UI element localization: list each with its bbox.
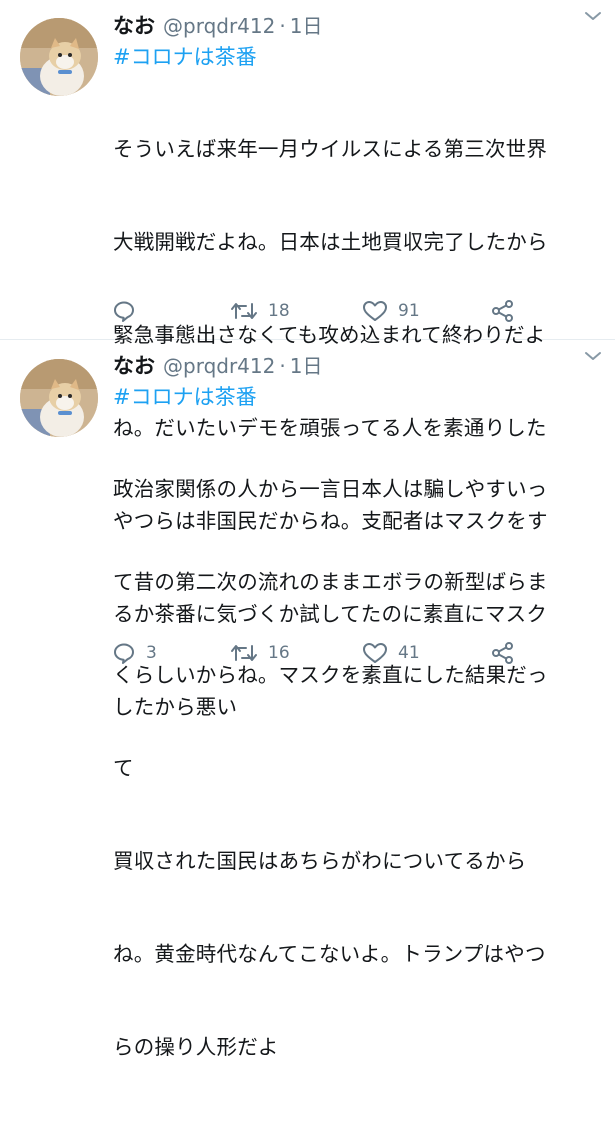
like-count: 91 — [398, 301, 420, 321]
tweet-content: なお @prqdr412 · 1日 #コロナは茶番 政治家関係の人から一言日本人… — [113, 350, 603, 1125]
retweet-button[interactable]: 18 — [230, 299, 290, 323]
cat-avatar-image — [20, 359, 98, 437]
avatar[interactable] — [20, 359, 98, 437]
tweet-text-line: て — [113, 756, 134, 780]
tweet-text-line: 政治家関係の人から一言日本人は騙しやすいっ — [113, 477, 548, 501]
tweet[interactable]: なお @prqdr412 · 1日 #コロナは茶番 政治家関係の人から一言日本人… — [0, 340, 615, 1059]
user-handle[interactable]: @prqdr412 — [163, 14, 275, 38]
share-button[interactable] — [490, 299, 516, 323]
user-handle[interactable]: @prqdr412 — [163, 354, 275, 378]
tweet-text-line: 買収された国民はあちらがわについてるから — [113, 849, 527, 873]
like-button[interactable]: 41 — [362, 641, 420, 665]
reply-button[interactable]: 3 — [112, 641, 157, 665]
heart-icon — [363, 301, 387, 321]
timestamp[interactable]: 1日 — [290, 350, 323, 379]
display-name[interactable]: なお — [113, 10, 155, 40]
cat-avatar-image — [20, 18, 98, 96]
timestamp[interactable]: 1日 — [290, 10, 323, 39]
tweet-header: なお @prqdr412 · 1日 — [113, 350, 603, 382]
separator-dot: · — [279, 354, 286, 378]
share-icon — [492, 300, 513, 322]
tweet-text-line: そういえば来年一月ウイルスによる第三次世界 — [113, 137, 548, 161]
reply-icon — [114, 301, 134, 322]
like-count: 41 — [398, 643, 420, 663]
hashtag-link[interactable]: #コロナは茶番 — [113, 42, 603, 72]
separator-dot: · — [279, 14, 286, 38]
share-button[interactable] — [490, 641, 516, 665]
tweet-actions: 18 91 — [0, 296, 615, 326]
reply-button[interactable] — [112, 299, 146, 323]
tweet-text-line: 大戦開戦だよね。日本は土地買収完了したから — [113, 230, 548, 254]
reply-count: 3 — [146, 643, 157, 663]
retweet-icon — [231, 303, 257, 319]
like-button[interactable]: 91 — [362, 299, 420, 323]
chevron-down-icon[interactable] — [581, 344, 605, 368]
avatar[interactable] — [20, 18, 98, 96]
share-icon — [492, 642, 513, 664]
tweet-text: 政治家関係の人から一言日本人は騙しやすいっ て昔の第二次の流れのままエボラの新型… — [113, 412, 603, 1125]
chevron-down-icon[interactable] — [581, 4, 605, 28]
timeline: なお @prqdr412 · 1日 #コロナは茶番 そういえば来年一月ウイルスに… — [0, 0, 615, 1059]
tweet-text-line: ね。黄金時代なんてこないよ。トランプはやつ — [113, 942, 546, 966]
retweet-button[interactable]: 16 — [230, 641, 290, 665]
tweet-header: なお @prqdr412 · 1日 — [113, 10, 603, 42]
retweet-count: 16 — [268, 643, 290, 663]
tweet-text-line: て昔の第二次の流れのままエボラの新型ばらま — [113, 570, 548, 594]
retweet-icon — [231, 645, 257, 661]
retweet-count: 18 — [268, 301, 290, 321]
heart-icon — [363, 643, 387, 663]
tweet[interactable]: なお @prqdr412 · 1日 #コロナは茶番 そういえば来年一月ウイルスに… — [0, 0, 615, 719]
hashtag-link[interactable]: #コロナは茶番 — [113, 382, 603, 412]
tweet-actions: 3 16 41 — [0, 638, 615, 668]
tweet-text-line: らの操り人形だよ — [113, 1035, 279, 1059]
reply-icon — [114, 643, 134, 664]
display-name[interactable]: なお — [113, 350, 155, 380]
